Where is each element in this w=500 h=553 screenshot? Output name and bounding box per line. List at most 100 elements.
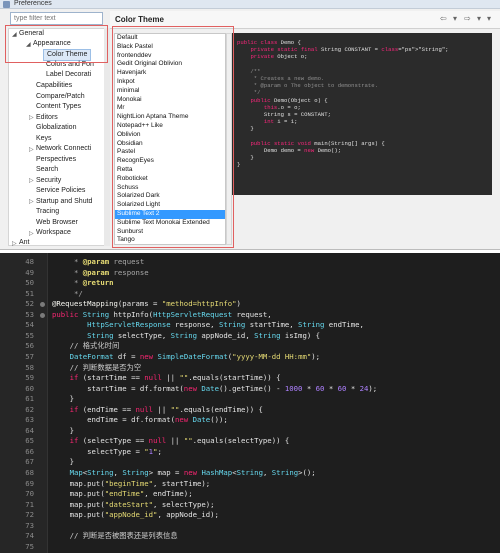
line-number: 64 [25, 425, 34, 435]
code-text: DateFormat df = new SimpleDateFormat("yy… [69, 351, 321, 361]
tree-item[interactable]: Service Policies [36, 186, 85, 196]
line-number: 56 [25, 341, 34, 351]
code-line[interactable]: 53 public String httpInfo(HttpServletRequ… [0, 310, 500, 321]
expand-arrow-icon[interactable]: ▷ [29, 230, 34, 237]
code-line[interactable]: 63 endTime = df.format(new Date()); [0, 415, 500, 426]
tree-item[interactable]: Web Browser [36, 218, 78, 228]
line-number: 71 [25, 499, 34, 509]
code-line[interactable]: 54 HttpServletResponse response, String … [0, 320, 500, 331]
tree-item[interactable]: Capabilities [36, 81, 72, 91]
code-line[interactable]: 49 * @param response [0, 268, 500, 279]
tree-item[interactable]: Globalization [36, 123, 76, 133]
expand-arrow-icon[interactable]: ▷ [29, 114, 34, 121]
code-line[interactable]: 58 // 判断数据是否为空 [0, 363, 500, 374]
tree-item[interactable]: Keys [36, 134, 52, 144]
code-text: if (endTime == null || "".equals(endTime… [69, 404, 263, 414]
code-line[interactable]: 67 } [0, 457, 500, 468]
preview-line [237, 61, 492, 68]
code-line[interactable]: 64 } [0, 426, 500, 437]
dropdown-arrow-icon[interactable]: ▾ [477, 14, 481, 23]
tree-item[interactable]: Startup and Shutd [36, 197, 92, 207]
code-line[interactable]: 57 DateFormat df = new SimpleDateFormat(… [0, 352, 500, 363]
code-line[interactable]: 50 * @return [0, 278, 500, 289]
code-line[interactable]: 75 [0, 542, 500, 553]
code-line[interactable]: 66 selectType = "1"; [0, 447, 500, 458]
line-number: 67 [25, 457, 34, 467]
code-text: // 判断是否被图表还是列表信息 [52, 531, 178, 541]
line-number: 74 [25, 531, 34, 541]
line-number: 66 [25, 446, 34, 456]
preview-line: } [237, 161, 241, 169]
highlight-box [5, 25, 108, 63]
line-number: 61 [25, 394, 34, 404]
preview-line: public static void main(String[] args) { [250, 139, 385, 147]
tree-item[interactable]: Security [36, 176, 61, 186]
tree-item-ant[interactable]: Ant [19, 238, 30, 248]
window-icon [3, 1, 10, 8]
code-editor[interactable]: 48 * @param request 49 * @param response 5… [0, 253, 500, 553]
tree-item-label-decorations[interactable]: Label Decorati [46, 70, 91, 80]
code-text: startTime = df.format(new Date().getTime… [52, 383, 378, 393]
tree-item[interactable]: Content Types [36, 102, 81, 112]
tree-item[interactable]: Perspectives [36, 155, 76, 165]
theme-preview: public class Demo { private static final… [232, 33, 492, 195]
tree-item[interactable]: Editors [36, 113, 58, 123]
preview-line: Demo demo = new Demo(); [237, 147, 342, 155]
code-line[interactable]: 73 [0, 521, 500, 532]
preview-line: private static final String CONSTANT = c… [250, 46, 449, 54]
more-options-icon[interactable]: ▾ [487, 14, 491, 23]
code-line[interactable]: 52 @RequestMapping(params = "method=httpI… [0, 299, 500, 310]
line-number: 57 [25, 351, 34, 361]
tree-item[interactable]: Network Connecti [36, 144, 91, 154]
preview-line: String s = CONSTANT; [237, 111, 331, 119]
line-number: 58 [25, 362, 34, 372]
code-text: map.put("beginTime", startTime); [52, 478, 211, 488]
page-title: Color Theme [115, 15, 164, 24]
code-text: public String httpInfo(HttpServletReques… [52, 309, 272, 319]
code-line[interactable]: 62 if (endTime == null || "".equals(endT… [0, 405, 500, 416]
dropdown-arrow-icon[interactable]: ▾ [453, 14, 457, 23]
preview-line: public Demo(Object o) { [250, 96, 328, 104]
code-line[interactable]: 61 } [0, 394, 500, 405]
code-line[interactable]: 51 */ [0, 289, 500, 300]
forward-arrow-icon[interactable]: ⇨ [464, 14, 471, 23]
code-line[interactable]: 74 // 判断是否被图表还是列表信息 [0, 531, 500, 542]
code-line[interactable]: 71 map.put("dateStart", selectType); [0, 500, 500, 511]
code-line[interactable]: 65 if (selectType == null || "".equals(s… [0, 436, 500, 447]
tree-item[interactable]: Tracing [36, 207, 59, 217]
code-line[interactable]: 72 map.put("appNode_id", appNode_id); [0, 510, 500, 521]
tree-item[interactable]: Search [36, 165, 58, 175]
preview-line: this.o = o; [263, 103, 301, 111]
code-line[interactable]: 68 Map<String, String> map = new HashMap… [0, 468, 500, 479]
expand-arrow-icon[interactable]: ▷ [29, 177, 34, 184]
preview-line: * Creates a new demo. [237, 75, 325, 83]
code-line[interactable]: 70 map.put("endTime", endTime); [0, 489, 500, 500]
back-arrow-icon[interactable]: ⇦ [440, 14, 447, 23]
line-number: 53 [25, 309, 34, 319]
code-line[interactable]: 48 * @param request [0, 257, 500, 268]
filter-input[interactable] [10, 12, 103, 25]
tree-item[interactable]: Workspace [36, 228, 71, 238]
preview-line: */ [237, 89, 261, 97]
line-number: 73 [25, 520, 34, 530]
code-text: // 格式化时间 [52, 341, 120, 351]
expand-arrow-icon[interactable]: ▷ [29, 198, 34, 205]
code-line[interactable]: 59 if (startTime == null || "".equals(st… [0, 373, 500, 384]
window-title: Preferences [14, 0, 52, 7]
preferences-window: Preferences ◢ General ◢ Appearance Color… [0, 0, 500, 250]
code-line[interactable]: 56 // 格式化时间 [0, 341, 500, 352]
preview-line: } [237, 125, 254, 133]
code-text: */ [52, 288, 83, 298]
line-number: 48 [25, 257, 34, 266]
code-line[interactable]: 69 map.put("beginTime", startTime); [0, 479, 500, 490]
line-number: 75 [25, 541, 34, 551]
code-text: // 判断数据是否为空 [52, 362, 142, 372]
code-line[interactable]: 55 String selectType, String appNode_id,… [0, 331, 500, 342]
expand-arrow-icon[interactable]: ▷ [12, 240, 17, 247]
fold-marker-icon[interactable] [40, 312, 45, 318]
code-line[interactable]: 60 startTime = df.format(new Date().getT… [0, 384, 500, 395]
tree-item[interactable]: Compare/Patch [36, 92, 85, 102]
line-number: 51 [25, 288, 34, 298]
expand-arrow-icon[interactable]: ▷ [29, 146, 34, 153]
line-number: 72 [25, 510, 34, 520]
